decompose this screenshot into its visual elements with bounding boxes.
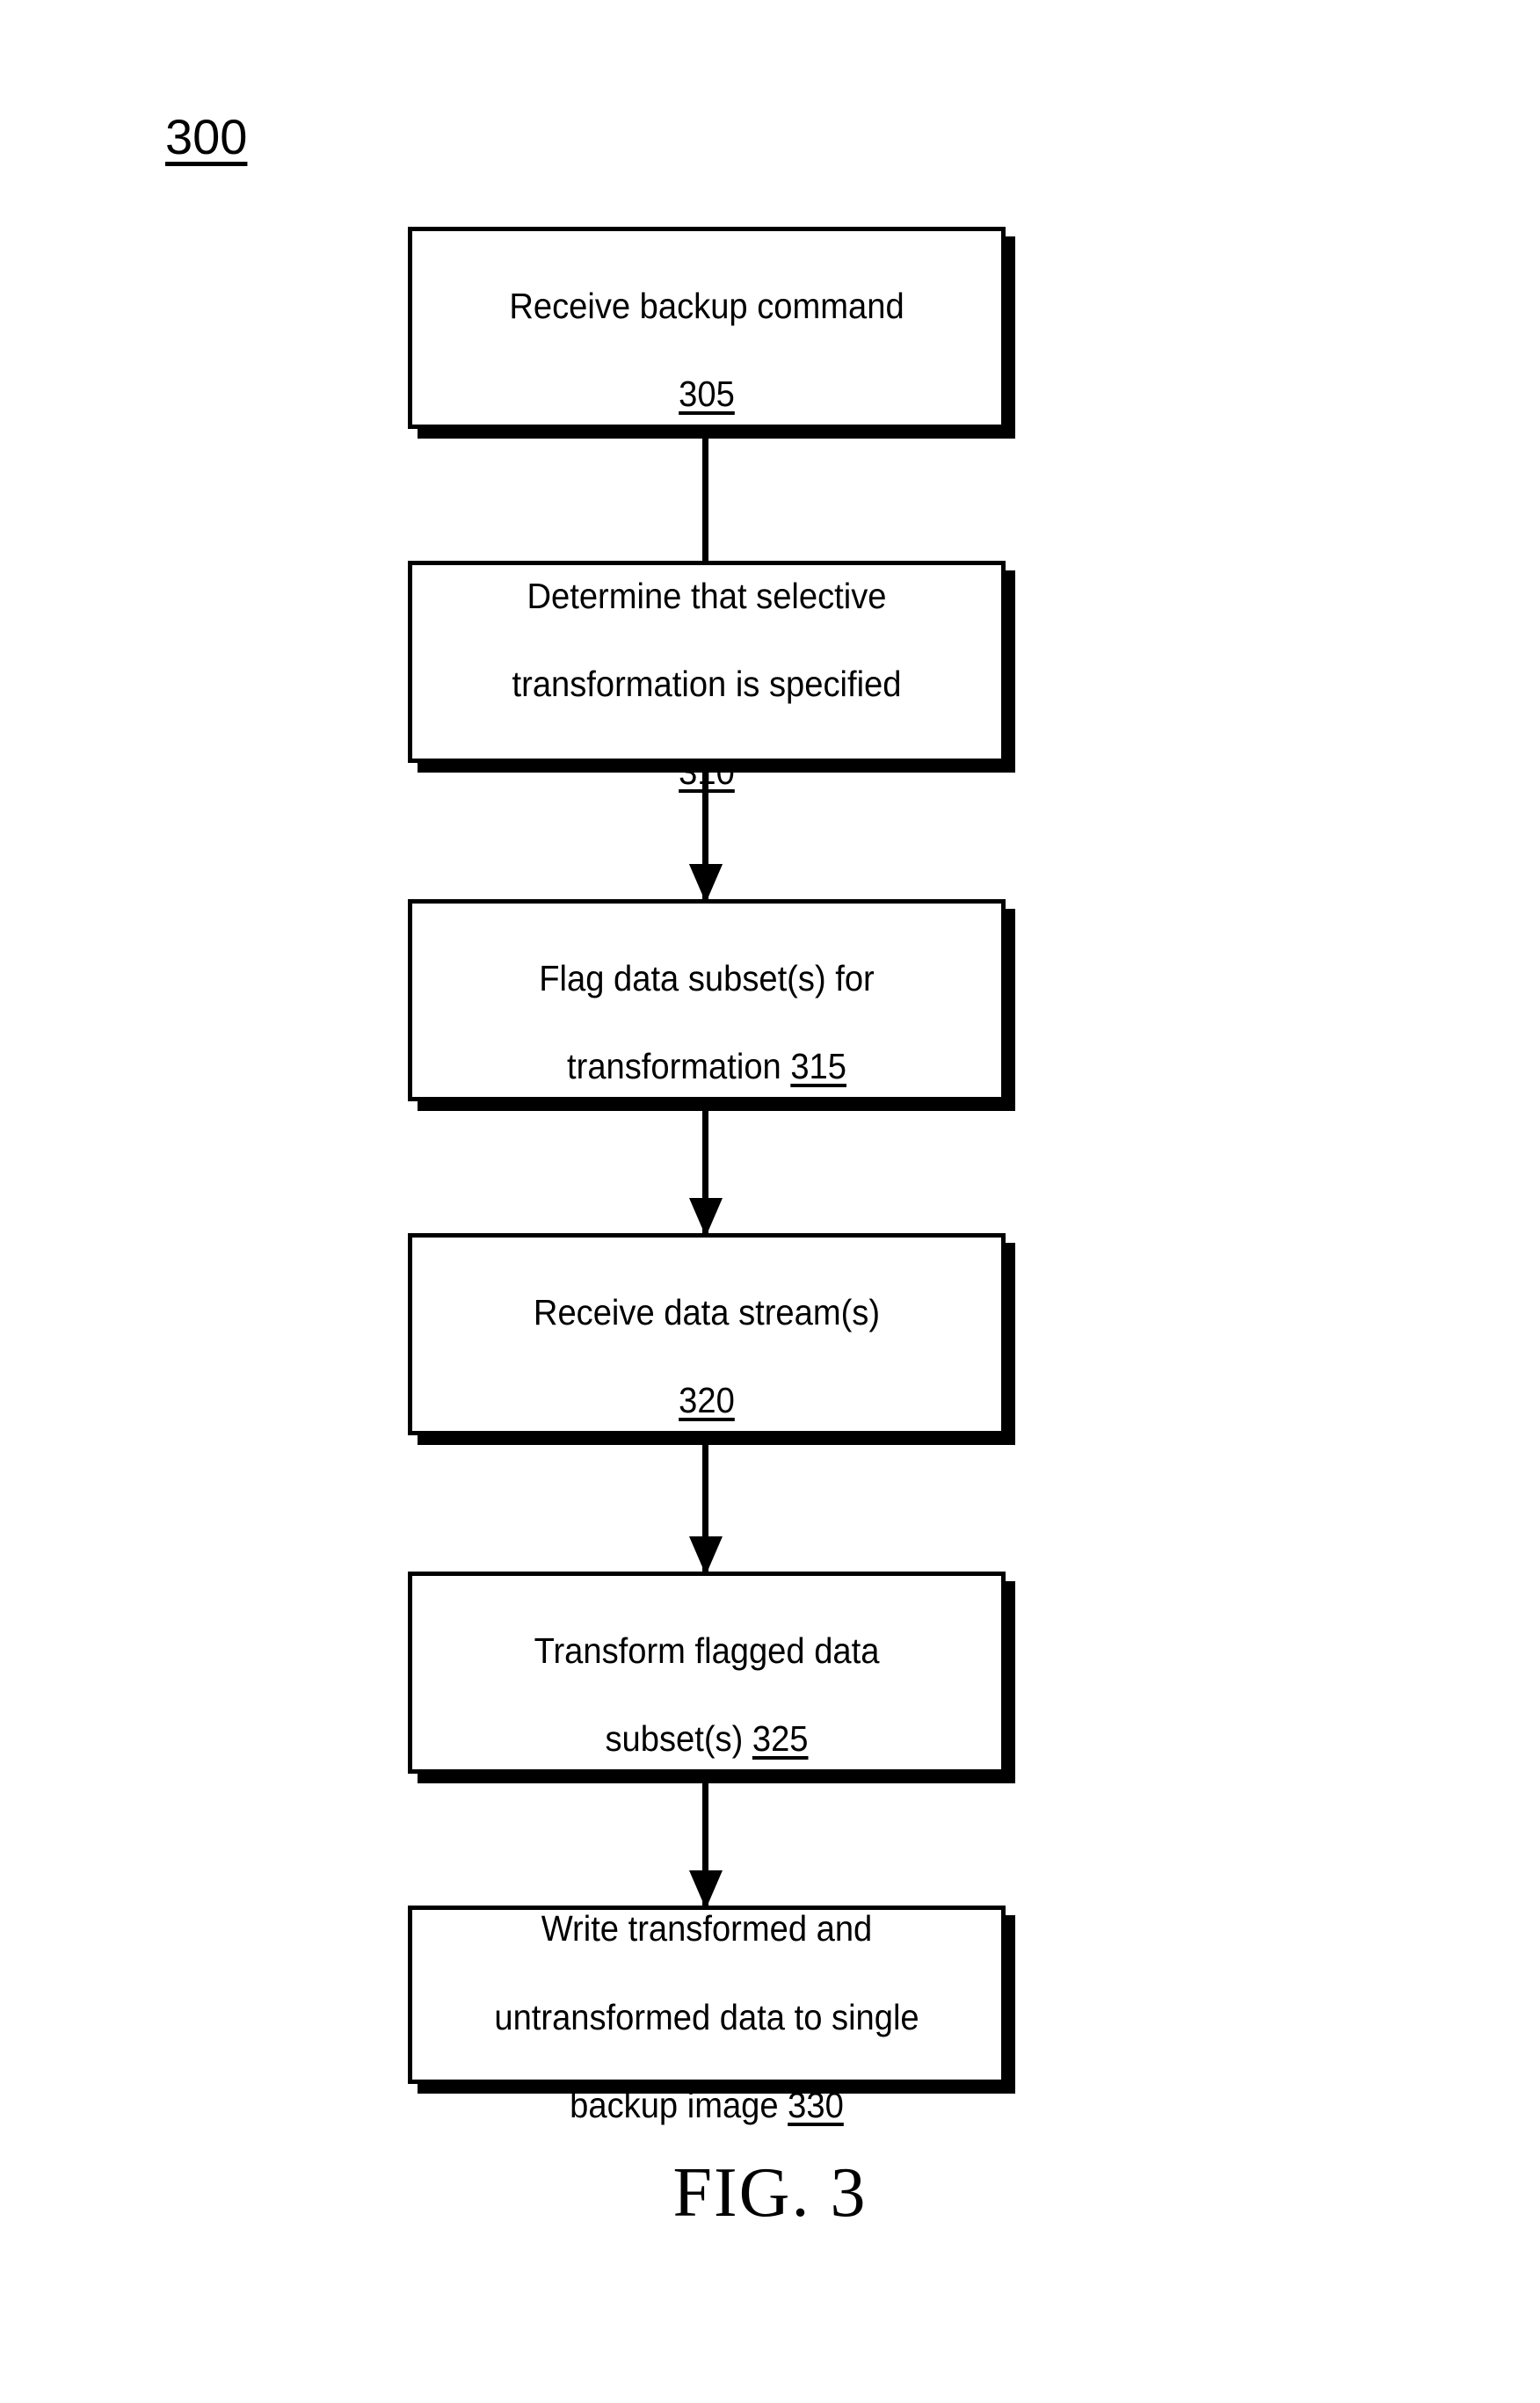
- flow-step-315-text-line-2: transformation: [567, 1046, 791, 1087]
- flow-step-330-text-line-3: backup image: [570, 2084, 788, 2125]
- flow-step-320-label: Receive data stream(s) 320: [432, 1246, 980, 1422]
- arrowhead-down-icon: [688, 864, 723, 903]
- flow-step-325-label: Transform flagged data subset(s) 325: [432, 1585, 980, 1761]
- flow-step-330-label: Write transformed and untransformed data…: [432, 1862, 980, 2126]
- arrowhead-down-icon: [688, 1198, 723, 1237]
- flow-step-310: Determine that selective transformation …: [408, 561, 1006, 792]
- flow-step-310-text-line-2: transformation is specified: [512, 664, 902, 704]
- flow-step-305: Receive backup command 305: [408, 227, 1006, 429]
- flow-step-325-text-line-1: Transform flagged data: [534, 1630, 880, 1671]
- flow-step-325: Transform flagged data subset(s) 325: [408, 1572, 1006, 1774]
- flow-step-320-ref: 320: [679, 1380, 735, 1421]
- flow-step-305-ref: 305: [679, 374, 735, 415]
- flow-step-305-text: Receive backup command: [509, 285, 904, 326]
- patent-figure-page: 300 Receive backup command 305 Determine…: [0, 0, 1540, 2403]
- flow-step-315: Flag data subset(s) for transformation 3…: [408, 899, 1006, 1101]
- flow-step-325-ref: 325: [752, 1718, 809, 1760]
- flow-step-330-ref: 330: [788, 2084, 844, 2125]
- arrowhead-down-icon: [688, 1536, 723, 1575]
- figure-caption: FIG. 3: [672, 2154, 868, 2232]
- flow-step-320: Receive data stream(s) 320: [408, 1233, 1006, 1435]
- flow-step-315-ref: 315: [790, 1046, 846, 1087]
- flow-step-330-text-line-2: untransformed data to single: [494, 1996, 919, 2037]
- flow-step-330-text-line-1: Write transformed and: [541, 1908, 873, 1949]
- flow-step-315-label: Flag data subset(s) for transformation 3…: [432, 912, 980, 1088]
- flow-step-325-text-line-2: subset(s): [605, 1718, 752, 1760]
- flow-step-330: Write transformed and untransformed data…: [408, 1906, 1006, 2125]
- flow-step-320-text: Receive data stream(s): [533, 1291, 881, 1332]
- flow-step-315-text-line-1: Flag data subset(s) for: [539, 957, 875, 998]
- flow-step-305-label: Receive backup command 305: [432, 240, 980, 416]
- figure-reference-numeral: 300: [165, 109, 248, 164]
- connector-310-to-315: [688, 763, 723, 903]
- flow-step-310-text-line-1: Determine that selective: [527, 575, 887, 616]
- flow-step-310-label: Determine that selective transformation …: [432, 530, 980, 794]
- connector-315-to-320: [688, 1101, 723, 1237]
- connector-320-to-325: [688, 1435, 723, 1575]
